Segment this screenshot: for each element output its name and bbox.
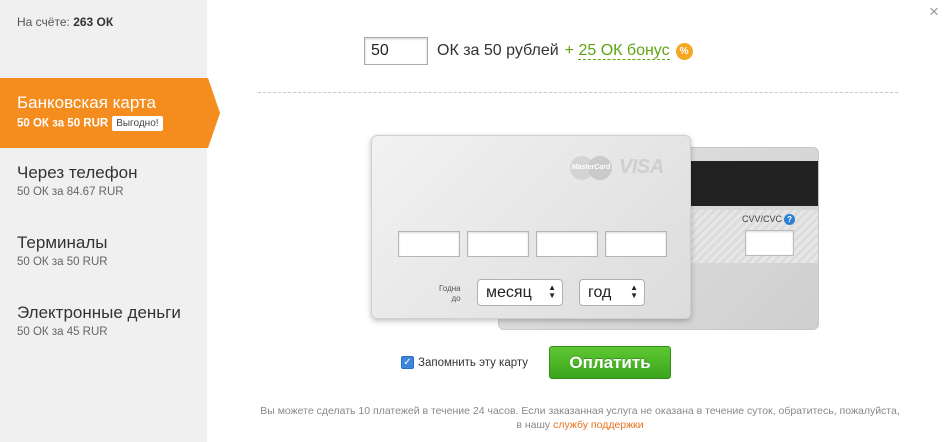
close-icon[interactable]: × [926, 3, 942, 20]
mastercard-logo: MasterCard [570, 156, 612, 180]
divider [258, 92, 898, 93]
balance-label: На счёте: [17, 15, 70, 29]
expiry-month-value: месяц [486, 284, 532, 301]
remember-card[interactable]: ✓ Запомнить эту карту [401, 356, 528, 369]
bonus-link[interactable]: 25 ОК бонус [578, 42, 670, 60]
amount-description: ОК за 50 рублей [437, 42, 559, 59]
discount-icon: % [675, 42, 693, 60]
select-arrows-icon: ▲ ▼ [548, 283, 556, 300]
payment-method-title: Электронные деньги [17, 303, 181, 322]
expiry-year-select[interactable]: год ▲ ▼ [579, 279, 645, 306]
card-number-input-2[interactable] [467, 231, 529, 257]
support-link[interactable]: службу поддержки [553, 419, 644, 431]
payment-method-phone[interactable]: Через телефон 50 ОК за 84.67 RUR [0, 148, 207, 218]
cvv-input[interactable] [745, 230, 794, 256]
pay-button[interactable]: Оплатить [549, 346, 671, 379]
payment-method-bank-card[interactable]: Банковская карта 50 ОК за 50 RUR Выгодно! [0, 78, 220, 148]
payment-sidebar: На счёте: 263 ОК Банковская карта 50 ОК … [0, 0, 220, 442]
payment-method-title: Через телефон [17, 163, 138, 182]
payment-method-price: 50 ОК за 50 RUR Выгодно! [17, 116, 208, 131]
amount-row: ОК за 50 рублей + 25 ОК бонус % [364, 37, 693, 65]
balance-value: 263 ОК [73, 15, 114, 29]
help-icon[interactable]: ? [784, 214, 796, 226]
card-front: MasterCard VISA Годна до месяц ▲ ▼ год ▲ ▼ [371, 135, 691, 319]
payment-method-price: 50 ОК за 50 RUR [17, 256, 108, 268]
card-number-input-3[interactable] [536, 231, 598, 257]
payment-method-price: 50 ОК за 84.67 RUR [17, 186, 124, 198]
best-value-badge: Выгодно! [112, 116, 163, 131]
payment-method-terminals[interactable]: Терминалы 50 ОК за 50 RUR [0, 218, 207, 288]
payment-method-price-text: 50 ОК за 50 RUR [17, 117, 109, 130]
cvv-label: CVV/CVC? [742, 214, 796, 226]
payment-note: Вы можете сделать 10 платежей в течение … [260, 404, 900, 432]
bonus-plus: + [564, 42, 574, 59]
valid-thru-line1: Годна [439, 284, 461, 293]
balance: На счёте: 263 ОК [17, 15, 113, 29]
remember-checkbox[interactable]: ✓ [401, 356, 414, 369]
bonus-offer: + 25 ОК бонус [565, 42, 670, 60]
card-number-input-1[interactable] [398, 231, 460, 257]
amount-input[interactable] [364, 37, 428, 65]
remember-label: Запомнить эту карту [418, 356, 529, 369]
select-arrows-icon: ▲ ▼ [630, 283, 638, 300]
expiry-month-select[interactable]: месяц ▲ ▼ [477, 279, 563, 306]
payment-method-title: Банковская карта [17, 93, 157, 112]
visa-logo: VISA [619, 156, 664, 178]
payment-method-e-money[interactable]: Электронные деньги 50 ОК за 45 RUR [0, 288, 207, 358]
mastercard-text: MasterCard [571, 164, 611, 171]
payment-method-title: Терминалы [17, 233, 108, 252]
card-number-input-4[interactable] [605, 231, 667, 257]
valid-thru-line2: до [451, 294, 461, 303]
payment-method-price: 50 ОК за 45 RUR [17, 326, 108, 338]
cvv-label-text: CVV/CVC [742, 214, 783, 224]
expiry-year-value: год [588, 284, 612, 301]
valid-thru-label: Годна до [439, 284, 461, 304]
